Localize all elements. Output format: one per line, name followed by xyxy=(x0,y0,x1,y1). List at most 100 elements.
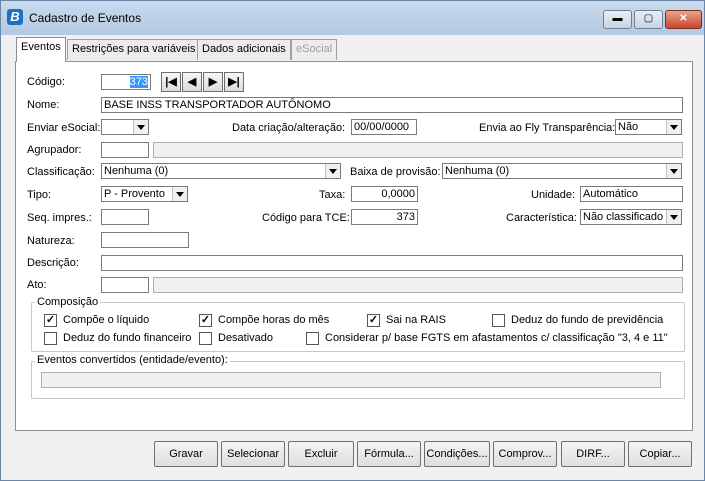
enviar-esocial-select[interactable] xyxy=(101,119,149,135)
checkbox-label: Considerar p/ base FGTS em afastamentos … xyxy=(325,332,668,344)
tab-restricoes[interactable]: Restrições para variáveis xyxy=(67,39,201,60)
checkbox-label: Compõe horas do mês xyxy=(218,314,330,326)
checkbox-compoe-horas[interactable]: ✓ Compõe horas do mês xyxy=(199,314,349,328)
comprov-button[interactable]: Comprov... xyxy=(493,441,557,467)
condicoes-label: Condições... xyxy=(426,448,488,460)
close-button[interactable]: ✕ xyxy=(665,10,702,29)
eventos-panel: Código: 373 |◀ ◀ ▶ ▶| Nome: BASE INSS TR… xyxy=(15,61,693,431)
natureza-field[interactable] xyxy=(101,232,189,248)
checkbox-deduz-previdencia[interactable]: Deduz do fundo de previdência xyxy=(492,314,682,328)
cadastro-eventos-window: B Cadastro de Eventos ▬ ▢ ✕ Eventos Rest… xyxy=(0,0,705,481)
checkbox-box: ✓ xyxy=(367,314,380,327)
selecionar-label: Selecionar xyxy=(227,448,279,460)
tab-eventos[interactable]: Eventos xyxy=(16,37,66,62)
envia-fly-select[interactable]: Não xyxy=(615,119,682,135)
classificacao-value: Nenhuma (0) xyxy=(104,165,169,177)
condicoes-button[interactable]: Condições... xyxy=(424,441,490,467)
last-record-button[interactable]: ▶| xyxy=(224,72,244,92)
baixa-provisao-select[interactable]: Nenhuma (0) xyxy=(442,163,682,179)
checkbox-box: ✓ xyxy=(199,314,212,327)
natureza-label: Natureza: xyxy=(27,235,75,247)
checkbox-sai-rais[interactable]: ✓ Sai na RAIS xyxy=(367,314,467,328)
descricao-field[interactable] xyxy=(101,255,683,271)
tipo-value: P - Provento xyxy=(104,188,165,200)
checkbox-box: ✓ xyxy=(44,314,57,327)
ato-label: Ato: xyxy=(27,279,47,291)
next-icon: ▶ xyxy=(208,76,218,88)
agrupador-description xyxy=(153,142,683,158)
seq-impres-label: Seq. impres.: xyxy=(27,212,92,224)
formula-label: Fórmula... xyxy=(364,448,414,460)
ato-description xyxy=(153,277,683,293)
codigo-tce-label: Código para TCE: xyxy=(262,212,350,224)
checkbox-box xyxy=(199,332,212,345)
chevron-down-icon xyxy=(666,210,681,224)
unidade-field[interactable]: Automático xyxy=(580,186,683,202)
checkbox-label: Deduz do fundo de previdência xyxy=(511,314,664,326)
client-area: Eventos Restrições para variáveis Dados … xyxy=(8,35,697,473)
envia-fly-value: Não xyxy=(618,121,639,133)
checkbox-box xyxy=(306,332,319,345)
taxa-label: Taxa: xyxy=(319,189,346,201)
checkbox-box xyxy=(492,314,505,327)
checkbox-deduz-financeiro[interactable]: Deduz do fundo financeiro xyxy=(44,332,194,346)
checkbox-label: Desativado xyxy=(218,332,274,344)
checkbox-compoe-liquido[interactable]: ✓ Compõe o líquido xyxy=(44,314,184,328)
prev-record-button[interactable]: ◀ xyxy=(182,72,202,92)
tipo-select[interactable]: P - Provento xyxy=(101,186,188,202)
comprov-label: Comprov... xyxy=(498,448,552,460)
data-criacao-field[interactable]: 00/00/0000 xyxy=(351,119,417,135)
descricao-label: Descrição: xyxy=(27,257,79,269)
next-record-button[interactable]: ▶ xyxy=(203,72,223,92)
checkbox-label: Compõe o líquido xyxy=(63,314,150,326)
checkbox-desativado[interactable]: Desativado xyxy=(199,332,289,346)
excluir-label: Excluir xyxy=(304,448,338,460)
nome-field[interactable]: BASE INSS TRANSPORTADOR AUTÔNOMO xyxy=(101,97,683,113)
codigo-label: Código: xyxy=(27,76,65,88)
selecionar-button[interactable]: Selecionar xyxy=(221,441,285,467)
taxa-field[interactable]: 0,0000 xyxy=(351,186,418,202)
ato-field[interactable] xyxy=(101,277,149,293)
seq-impres-field[interactable] xyxy=(101,209,149,225)
maximize-button[interactable]: ▢ xyxy=(634,10,663,29)
caracteristica-select[interactable]: Não classificado xyxy=(580,209,682,225)
excluir-button[interactable]: Excluir xyxy=(288,441,354,467)
baixa-provisao-value: Nenhuma (0) xyxy=(445,165,510,177)
classificacao-label: Classificação: xyxy=(27,166,95,178)
first-record-button[interactable]: |◀ xyxy=(161,72,181,92)
eventos-convertidos-field xyxy=(41,372,661,388)
copiar-label: Copiar... xyxy=(639,448,681,460)
first-icon: |◀ xyxy=(165,76,177,88)
formula-button[interactable]: Fórmula... xyxy=(357,441,421,467)
checkbox-considerar-fgts[interactable]: Considerar p/ base FGTS em afastamentos … xyxy=(306,332,676,346)
maximize-icon: ▢ xyxy=(643,13,654,24)
close-icon: ✕ xyxy=(679,13,688,24)
window-title: Cadastro de Eventos xyxy=(29,11,142,25)
codigo-field[interactable]: 373 xyxy=(101,74,151,90)
checkbox-label: Sai na RAIS xyxy=(386,314,446,326)
copiar-button[interactable]: Copiar... xyxy=(628,441,692,467)
minimize-button[interactable]: ▬ xyxy=(603,10,632,29)
gravar-button[interactable]: Gravar xyxy=(154,441,218,467)
checkbox-label: Deduz do fundo financeiro xyxy=(63,332,192,344)
codigo-tce-field[interactable]: 373 xyxy=(351,209,418,225)
chevron-down-icon xyxy=(133,120,148,134)
composicao-title: Composição xyxy=(35,296,101,308)
tab-esocial: eSocial xyxy=(291,39,338,60)
checkbox-box xyxy=(44,332,57,345)
agrupador-field[interactable] xyxy=(101,142,149,158)
nome-label: Nome: xyxy=(27,99,60,111)
caracteristica-label: Característica: xyxy=(506,212,577,224)
codigo-value: 373 xyxy=(129,76,148,88)
gravar-label: Gravar xyxy=(169,448,203,460)
last-icon: ▶| xyxy=(228,76,240,88)
classificacao-select[interactable]: Nenhuma (0) xyxy=(101,163,341,179)
tab-dados-adicionais[interactable]: Dados adicionais xyxy=(197,39,291,60)
baixa-provisao-label: Baixa de provisão: xyxy=(350,166,441,178)
chevron-down-icon xyxy=(666,164,681,178)
prev-icon: ◀ xyxy=(187,76,197,88)
dirf-button[interactable]: DIRF... xyxy=(561,441,625,467)
title-bar[interactable]: B Cadastro de Eventos ▬ ▢ ✕ xyxy=(1,1,704,35)
app-logo-icon: B xyxy=(7,9,23,25)
dirf-label: DIRF... xyxy=(576,448,610,460)
